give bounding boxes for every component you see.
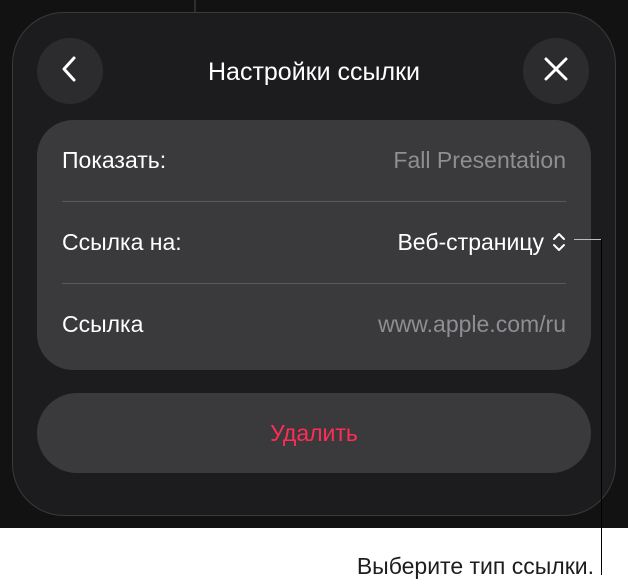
link-type-value: Веб-страницу [397, 228, 544, 255]
display-row[interactable]: Показать: Fall Presentation [62, 120, 566, 200]
back-button[interactable] [37, 38, 103, 104]
link-label: Ссылка [62, 310, 144, 337]
display-label: Показать: [62, 146, 167, 173]
callout-leader-horizontal [574, 239, 602, 240]
backdrop-divider [194, 0, 196, 12]
chevron-left-icon [59, 54, 81, 89]
link-url-field[interactable]: www.apple.com/ru [378, 311, 566, 338]
link-settings-card: Показать: Fall Presentation Ссылка на: В… [37, 120, 591, 370]
close-icon [543, 56, 569, 87]
close-button[interactable] [523, 38, 589, 104]
display-value[interactable]: Fall Presentation [393, 147, 566, 174]
chevron-up-down-icon [552, 231, 566, 253]
link-to-label: Ссылка на: [62, 228, 182, 255]
link-row[interactable]: Ссылка www.apple.com/ru [62, 284, 566, 364]
link-to-row[interactable]: Ссылка на: Веб-страницу [62, 202, 566, 282]
popover-title: Настройки ссылки [208, 58, 420, 86]
delete-link-button[interactable]: Удалить [37, 393, 591, 473]
callout-caption: Выберите тип ссылки. [356, 553, 594, 579]
link-type-selector[interactable]: Веб-страницу [397, 229, 566, 256]
callout-leader-vertical [601, 239, 602, 575]
